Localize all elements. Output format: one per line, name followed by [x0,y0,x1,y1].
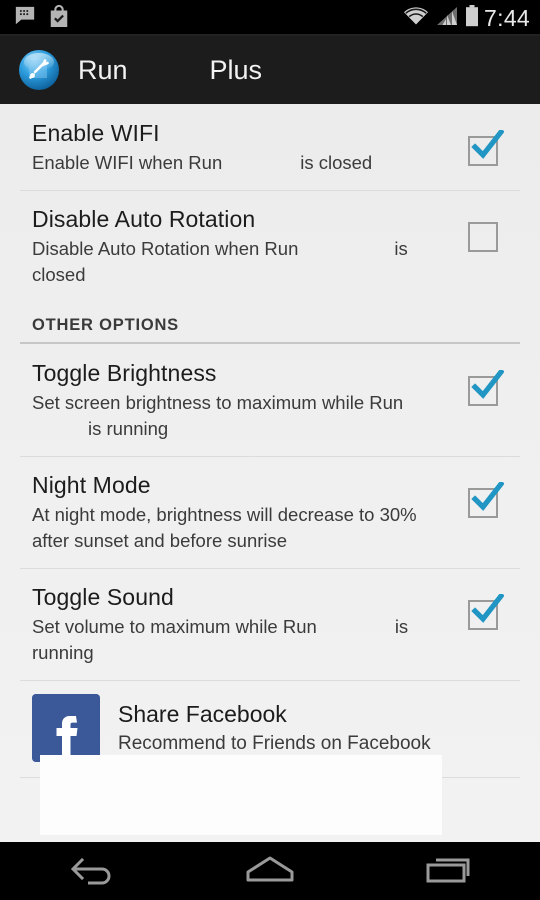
preference-summary: Disable Auto Rotation when Run is closed [32,236,432,288]
preference-summary-part-a: Set volume to maximum while Run [32,616,317,637]
action-bar: Run Plus [0,36,540,104]
preference-row-disable-auto-rotation[interactable]: Disable Auto Rotation Disable Auto Rotat… [0,190,540,302]
settings-list[interactable]: Enable WIFI Enable WIFI when Run is close… [0,104,540,842]
preference-summary-part-b: is closed [300,152,373,173]
checkmark-icon [471,370,504,399]
preference-title: Toggle Sound [32,584,174,610]
preference-text: Night Mode At night mode, brightness wil… [32,470,468,554]
checkbox-toggle-sound[interactable] [468,594,504,630]
share-facebook-subtitle: Recommend to Friends on Facebook [118,733,431,754]
status-bar-left-icons [14,4,70,33]
recents-button[interactable] [390,842,510,900]
navigation-bar [0,842,540,900]
checkbox-toggle-brightness[interactable] [468,370,504,406]
app-title: Run [78,54,128,85]
preference-row-toggle-brightness[interactable]: Toggle Brightness Set screen brightness … [0,344,540,456]
ad-banner-slot [40,755,442,835]
back-icon [62,852,118,891]
action-bar-titles: Run Plus [78,55,262,86]
preference-row-toggle-sound[interactable]: Toggle Sound Set volume to maximum while… [0,568,540,680]
preference-summary: Set screen brightness to maximum while R… [32,390,432,442]
checkmark-icon [471,130,504,159]
status-bar-right-icons [403,4,479,32]
preference-summary-part-a: Disable Auto Rotation when Run [32,238,299,259]
checkbox-enable-wifi[interactable] [468,130,504,166]
preference-text: Toggle Brightness Set screen brightness … [32,358,468,442]
preference-title: Disable Auto Rotation [32,206,256,232]
preference-summary-part-a: Enable WIFI when Run [32,152,223,173]
checkmark-icon [471,594,504,623]
app-title-secondary: Plus [209,54,263,85]
preference-summary: Set volume to maximum while Run is runnin… [32,614,432,666]
preference-text: Toggle Sound Set volume to maximum while… [32,582,468,666]
wifi-icon [403,6,429,31]
preference-row-night-mode[interactable]: Night Mode At night mode, brightness wil… [0,456,540,568]
preference-text: Disable Auto Rotation Disable Auto Rotat… [32,204,468,288]
share-facebook-title: Share Facebook [118,701,287,727]
preference-summary: Enable WIFI when Run is closed [32,150,432,176]
play-store-bag-icon [48,4,70,33]
status-bar: 7:44 [0,0,540,36]
preference-title: Night Mode [32,472,151,498]
preference-summary-part-a: Set screen brightness to maximum while R… [32,392,404,413]
cellular-signal-icon [436,6,458,31]
preference-summary: At night mode, brightness will decrease … [32,504,417,551]
checkmark-icon [471,482,504,511]
section-header-other-options: OTHER OPTIONS [0,302,540,344]
preference-row-enable-wifi[interactable]: Enable WIFI Enable WIFI when Run is close… [0,104,540,190]
back-button[interactable] [30,842,150,900]
preference-title: Enable WIFI [32,120,160,146]
checkbox-disable-auto-rotation[interactable] [468,222,498,252]
preference-text: Enable WIFI Enable WIFI when Run is close… [32,118,468,176]
checkbox-box [468,222,498,252]
status-bar-clock: 7:44 [484,4,530,31]
battery-icon [465,4,479,32]
facebook-icon [32,694,100,762]
checkbox-night-mode[interactable] [468,482,504,518]
home-icon [242,852,298,891]
preference-title: Toggle Brightness [32,360,217,386]
section-header-label: OTHER OPTIONS [32,316,179,334]
bbm-chat-icon [14,5,36,32]
share-facebook-text: Share Facebook Recommend to Friends on F… [118,699,431,757]
app-tools-icon[interactable] [18,49,60,91]
preference-summary-part-b: is running [88,418,169,439]
home-button[interactable] [210,842,330,900]
android-screen: 7:44 Run Plus Enable WIFI Enable WIFI wh… [0,0,540,900]
recents-icon [422,852,478,891]
